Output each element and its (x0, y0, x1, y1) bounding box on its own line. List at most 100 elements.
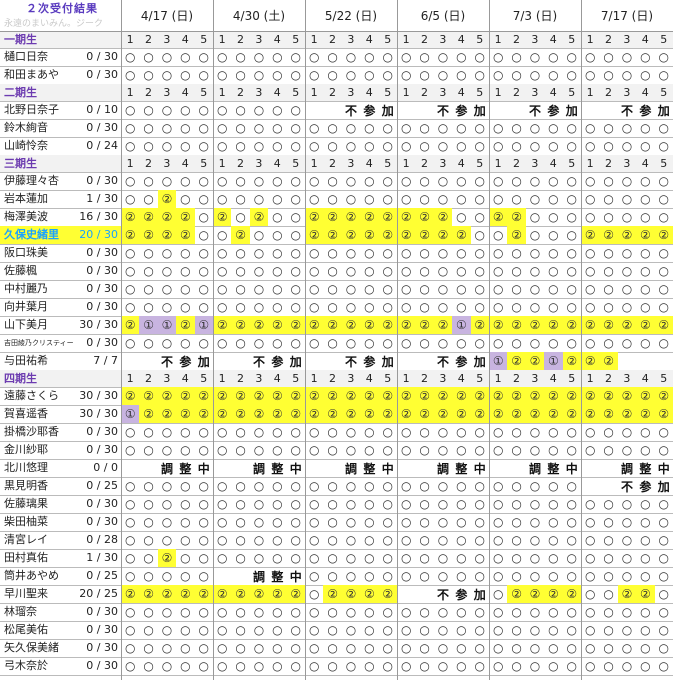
slot-cell: ○ (511, 50, 522, 64)
slot-cell: ○ (492, 336, 504, 350)
slot-cell: ○ (161, 50, 173, 64)
member-count: 30 / 30 (79, 389, 118, 402)
slot-cell: ○ (640, 210, 651, 224)
slot-cell: ○ (327, 551, 338, 565)
slot-cell: ○ (198, 605, 210, 619)
slot-cell: ○ (235, 282, 246, 296)
slot-number: 2 (328, 86, 336, 99)
slot-cell: ② (268, 387, 287, 405)
slot-cell (415, 459, 433, 477)
slot-cell: ○ (143, 569, 154, 583)
slot-number: 2 (236, 157, 244, 170)
slot-cell: ○ (419, 264, 430, 278)
slot-cell: ② (286, 405, 305, 423)
slot-cell: ○ (180, 174, 191, 188)
slot-cell: ○ (216, 605, 228, 619)
member-name: 弓木奈於 (4, 659, 48, 672)
slot-cell: 不 (436, 587, 449, 602)
slot-cell: ② (636, 405, 655, 423)
slot-cell: ○ (124, 497, 136, 511)
slot-cell: ○ (235, 139, 246, 153)
slot-cell: ○ (603, 139, 614, 153)
slot-cell (415, 101, 433, 119)
slot-cell: ○ (566, 121, 578, 135)
slot-cell: 調 (160, 461, 173, 476)
slot-cell: ○ (290, 479, 302, 493)
member-count: 7 / 7 (93, 354, 118, 367)
slot-cell (397, 585, 415, 603)
slot-cell: ○ (161, 282, 173, 296)
slot-cell: 加 (473, 354, 486, 369)
slot-cell: ○ (382, 50, 394, 64)
slot-cell: ○ (272, 50, 283, 64)
slot-cell: ○ (272, 479, 283, 493)
slot-cell: ○ (143, 641, 154, 655)
slot-number: 1 (126, 157, 134, 170)
slot-cell: ○ (290, 300, 302, 314)
slot-cell: ○ (640, 659, 651, 673)
slot-cell: ○ (180, 336, 191, 350)
slot-cell: ○ (382, 121, 394, 135)
slot-cell: ○ (400, 192, 412, 206)
slot-cell: ○ (419, 623, 430, 637)
slot-cell: ○ (437, 336, 449, 350)
slot-cell: ② (378, 208, 397, 226)
slot-cell: ○ (253, 659, 265, 673)
slot-number: 3 (531, 33, 539, 46)
slot-cell: ② (415, 208, 434, 226)
slot-cell: ○ (456, 623, 467, 637)
slot-number: 5 (384, 33, 392, 46)
slot-cell: ○ (529, 623, 541, 637)
slot-cell: ○ (437, 623, 449, 637)
slot-cell: ② (507, 316, 526, 334)
slot-cell: ○ (400, 623, 412, 637)
slot-cell: ② (525, 352, 545, 370)
slot-cell: ② (139, 226, 158, 244)
slot-number: 5 (292, 157, 300, 170)
slot-cell: ○ (658, 264, 670, 278)
slot-cell: ○ (492, 139, 504, 153)
slot-cell: 整 (363, 461, 376, 476)
slot-cell: ○ (603, 605, 614, 619)
member-count: 30 / 30 (79, 407, 118, 420)
slot-cell: ○ (161, 533, 173, 547)
slot-cell: ○ (198, 443, 210, 457)
slot-cell: ○ (640, 443, 651, 457)
slot-cell: ○ (364, 479, 375, 493)
slot-cell: ○ (603, 569, 614, 583)
slot-cell: ○ (548, 425, 559, 439)
slot-cell: ○ (566, 210, 578, 224)
slot-cell: ○ (364, 497, 375, 511)
slot-cell: ○ (437, 659, 449, 673)
slot-cell: ○ (603, 533, 614, 547)
slot-cell: ○ (437, 121, 449, 135)
slot-cell: ② (397, 405, 416, 423)
slot-cell: ○ (143, 659, 154, 673)
slot-cell: ○ (235, 210, 246, 224)
slot-cell: ○ (180, 569, 191, 583)
slot-cell: ○ (180, 192, 191, 206)
slot-cell: ② (654, 316, 673, 334)
slot-cell: ○ (216, 139, 228, 153)
slot-cell: ○ (143, 497, 154, 511)
slot-cell: ○ (143, 174, 154, 188)
slot-cell: ○ (437, 174, 449, 188)
slot-number: 5 (568, 33, 576, 46)
slot-cell: ② (323, 387, 342, 405)
member-name: 和田まあや (4, 68, 59, 81)
slot-cell: ② (157, 190, 177, 208)
slot-cell: ○ (161, 264, 173, 278)
slot-cell: ② (231, 226, 250, 244)
slot-cell: ○ (529, 569, 541, 583)
slot-cell: ② (617, 387, 637, 405)
slot-number: 3 (255, 33, 263, 46)
slot-cell: ○ (382, 497, 394, 511)
slot-cell: ○ (290, 659, 302, 673)
slot-number: 5 (200, 33, 208, 46)
slot-cell: ○ (548, 336, 559, 350)
slot-cell: ② (157, 549, 177, 567)
slot-cell: ② (378, 405, 397, 423)
slot-cell: ○ (364, 50, 375, 64)
slot-cell: ○ (290, 336, 302, 350)
slot-cell: ○ (511, 479, 522, 493)
